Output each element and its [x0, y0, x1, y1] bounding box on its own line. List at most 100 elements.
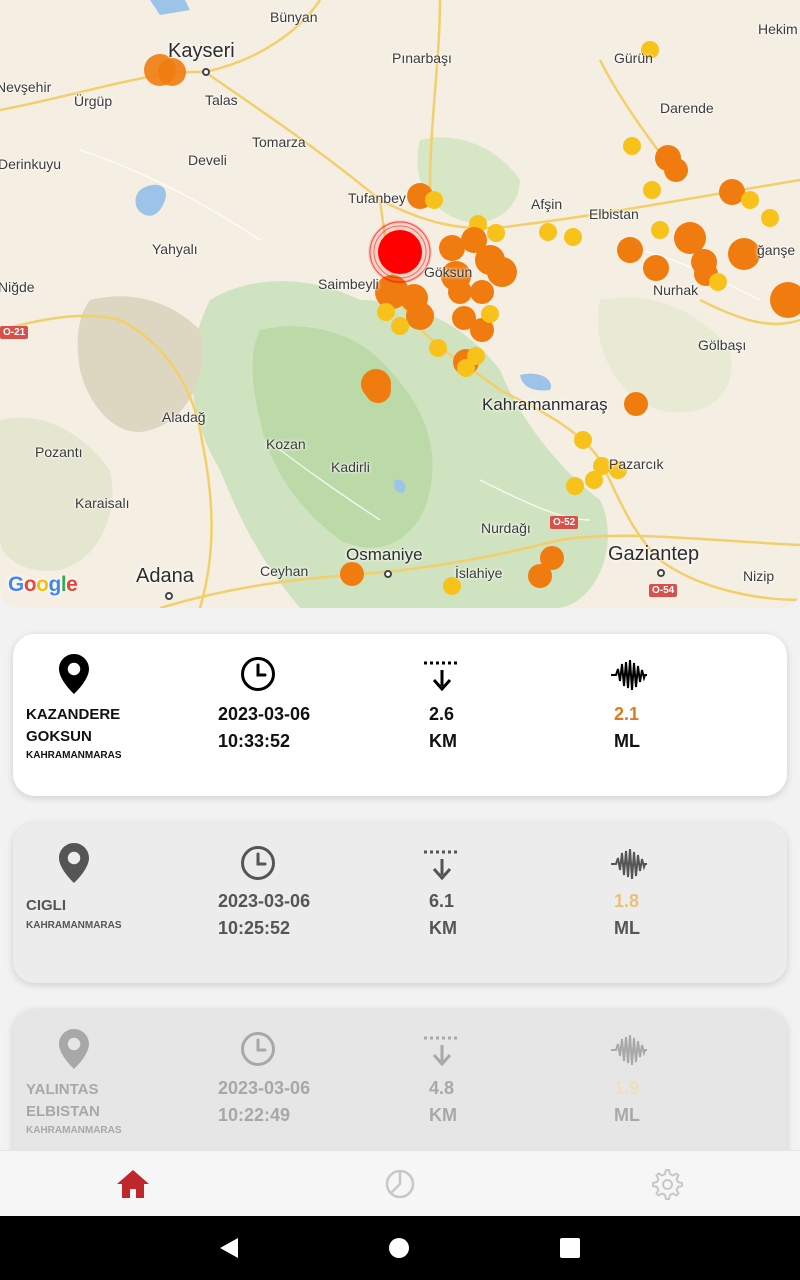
map-label-derinkuyu: Derinkuyu: [0, 156, 62, 172]
history-icon: [385, 1169, 415, 1199]
system-recents-button[interactable]: [530, 1216, 610, 1280]
home-circle-icon: [389, 1238, 409, 1258]
quake-magnitude-unit: ML: [614, 731, 640, 751]
map-label-nurdagi: Nurdağı: [481, 520, 531, 536]
clock-icon: [241, 1032, 275, 1066]
earthquake-map[interactable]: Kayseri Bünyan Nevşehir Ürgüp Talas Pına…: [0, 0, 800, 608]
map-label-golbasi: Gölbaşı: [698, 337, 747, 353]
back-icon: [220, 1238, 238, 1258]
quake-depth: 2.6: [429, 704, 455, 724]
quake-date: 2023-03-06: [218, 891, 311, 911]
map-label-yahyali: Yahyalı: [152, 241, 198, 257]
location-region: KAHRAMANMARAS: [26, 1125, 122, 1136]
system-home-button[interactable]: [359, 1216, 439, 1280]
map-label-afsin: Afşin: [531, 196, 563, 212]
system-navigation-bar: [0, 1216, 800, 1280]
epicenter-marker: [368, 220, 432, 284]
location-region: KAHRAMANMARAS: [26, 920, 122, 931]
google-logo: Google: [8, 573, 78, 596]
map-label-pinarbasi: Pınarbaşı: [392, 50, 452, 66]
map-label-darende: Darende: [660, 100, 714, 116]
map-label-ceyhan: Ceyhan: [260, 563, 309, 579]
map-label-nizip: Nizip: [743, 568, 775, 584]
city-marker: [202, 68, 210, 76]
bottom-navigation: [0, 1150, 800, 1216]
quake-time: 10:22:49: [218, 1105, 291, 1125]
map-label-hekimhan: Hekim: [758, 21, 798, 37]
map-label-saimbeyli: Saimbeyli: [318, 276, 379, 292]
map-label-bunyan: Bünyan: [270, 9, 318, 25]
location-name: CIGLI: [26, 895, 66, 917]
map-label-pozanti: Pozantı: [35, 444, 83, 460]
nav-home[interactable]: [0, 1151, 266, 1217]
quake-magnitude-unit: ML: [614, 918, 640, 938]
location-region: KAHRAMANMARAS: [26, 750, 122, 761]
quake-depth: 6.1: [429, 891, 455, 911]
map-label-dogansehir: ğanşe: [757, 242, 796, 258]
location-line-1: YALINTAS: [26, 1081, 99, 1098]
depth-arrow-icon: [424, 850, 460, 881]
map-label-pazarcik: Pazarcık: [609, 456, 664, 472]
map-label-kahramanmaras: Kahramanmaraş: [482, 395, 608, 414]
location-pin-icon: [59, 843, 89, 883]
clock-icon: [241, 846, 275, 880]
map-label-nigde: Niğde: [0, 279, 35, 295]
map-label-talas: Talas: [205, 92, 238, 108]
system-back-button[interactable]: [189, 1216, 269, 1280]
road-badge-o52: O-52: [550, 516, 579, 529]
app-root: Kayseri Bünyan Nevşehir Ürgüp Talas Pına…: [0, 0, 800, 1280]
quake-magnitude: 2.1: [614, 704, 640, 724]
map-label-tomarza: Tomarza: [252, 134, 306, 150]
location-line-1: KAZANDERE: [26, 706, 121, 723]
road-badge-o54: O-54: [649, 584, 678, 597]
city-marker: [165, 592, 173, 600]
city-marker: [657, 569, 665, 577]
nav-settings[interactable]: [533, 1151, 799, 1217]
location-line-2: ELBISTAN: [26, 1103, 100, 1120]
map-label-osmaniye: Osmaniye: [346, 545, 423, 564]
earthquake-card[interactable]: CIGLI KAHRAMANMARAS 2023-03-06 10:25:52 …: [13, 823, 787, 983]
map-label-adana: Adana: [136, 565, 194, 587]
earthquake-list[interactable]: KAZANDERE GOKSUN KAHRAMANMARAS 2023-03-0…: [0, 608, 800, 1150]
road-badge-o21: O-21: [0, 326, 29, 339]
settings-icon: [652, 1169, 683, 1200]
map-label-urgup: Ürgüp: [74, 93, 113, 109]
depth-arrow-icon: [424, 1036, 460, 1067]
map-label-nevsehir: Nevşehir: [0, 79, 52, 95]
depth-arrow-icon: [424, 661, 460, 692]
location-pin-icon: [59, 654, 89, 694]
location-line-2: GOKSUN: [26, 728, 92, 745]
quake-date: 2023-03-06: [218, 704, 311, 724]
clock-icon: [241, 657, 275, 691]
map-label-goksun: Göksun: [424, 264, 473, 280]
map-label-gaziantep: Gaziantep: [608, 543, 700, 565]
location-pin-icon: [59, 1029, 89, 1069]
quake-depth-unit: KM: [429, 1105, 457, 1125]
map-label-nurhak: Nurhak: [653, 282, 699, 298]
nav-history[interactable]: [267, 1151, 533, 1217]
location-name: YALINTAS ELBISTAN: [26, 1079, 100, 1123]
map-label-tufanbeyli: Tufanbey: [348, 190, 406, 206]
quake-depth-unit: KM: [429, 918, 457, 938]
quake-time: 10:33:52: [218, 731, 291, 751]
map-label-karaisali: Karaisalı: [75, 495, 130, 511]
recents-icon: [560, 1238, 580, 1258]
map-label-islahiye: İslahiye: [455, 565, 503, 581]
seismic-wave-icon: [611, 1035, 647, 1065]
quake-date: 2023-03-06: [218, 1078, 311, 1098]
map-label-kadirli: Kadirli: [331, 459, 370, 475]
map-label-develi: Develi: [188, 152, 227, 168]
quake-depth-unit: KM: [429, 731, 457, 751]
earthquake-card[interactable]: YALINTAS ELBISTAN KAHRAMANMARAS 2023-03-…: [13, 1009, 787, 1150]
seismic-wave-icon: [611, 660, 647, 690]
quake-time: 10:25:52: [218, 918, 291, 938]
map-label-gurun: Gürün: [614, 50, 653, 66]
earthquake-card[interactable]: KAZANDERE GOKSUN KAHRAMANMARAS 2023-03-0…: [13, 634, 787, 796]
seismic-wave-icon: [611, 849, 647, 879]
home-icon: [117, 1170, 149, 1198]
quake-depth: 4.8: [429, 1078, 455, 1098]
map-label-elbistan: Elbistan: [589, 206, 639, 222]
location-name: KAZANDERE GOKSUN: [26, 704, 120, 748]
map-canvas[interactable]: [0, 0, 800, 608]
quake-magnitude-unit: ML: [614, 1105, 640, 1125]
